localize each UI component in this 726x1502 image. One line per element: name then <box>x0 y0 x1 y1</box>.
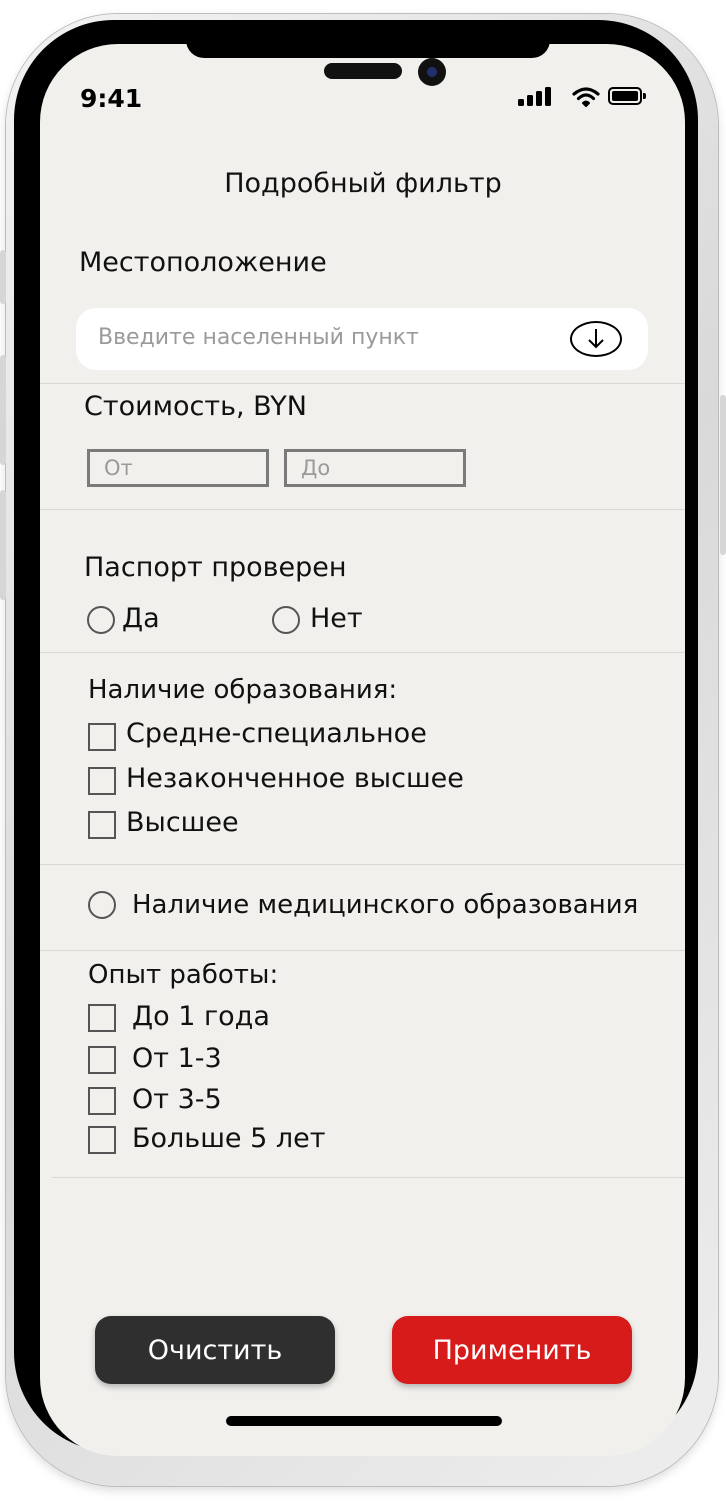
volume-down-button <box>0 490 6 600</box>
location-placeholder: Введите населенный пункт <box>98 325 419 350</box>
passport-label: Паспорт проверен <box>84 552 347 583</box>
location-input[interactable]: Введите населенный пункт <box>76 308 648 370</box>
volume-up-button <box>0 355 6 465</box>
price-to-placeholder: До <box>301 456 331 480</box>
education-incomplete-higher-checkbox[interactable] <box>88 767 116 795</box>
status-icons <box>518 86 648 110</box>
camera <box>418 58 446 86</box>
medical-education-label[interactable]: Наличие медицинского образования <box>132 890 638 920</box>
side-button <box>0 250 6 304</box>
education-secondary-label[interactable]: Средне-специальное <box>126 718 427 749</box>
power-button <box>720 395 726 555</box>
education-incomplete-higher-label[interactable]: Незаконченное высшее <box>126 763 464 794</box>
education-label: Наличие образования: <box>88 675 398 705</box>
experience-3-5-checkbox[interactable] <box>88 1087 116 1115</box>
education-higher-checkbox[interactable] <box>88 811 116 839</box>
divider <box>40 383 685 384</box>
price-from-placeholder: От <box>104 456 133 480</box>
home-indicator[interactable] <box>226 1416 502 1426</box>
clear-button[interactable]: Очистить <box>95 1316 335 1384</box>
experience-under-1-checkbox[interactable] <box>88 1004 116 1032</box>
experience-3-5-label[interactable]: От 3-5 <box>132 1084 222 1115</box>
dropdown-button[interactable] <box>570 321 622 357</box>
divider <box>40 509 685 510</box>
divider <box>40 864 685 865</box>
price-from-input[interactable]: От <box>87 449 269 487</box>
page-title: Подробный фильтр <box>224 168 502 199</box>
location-label: Местоположение <box>79 247 327 278</box>
battery-icon <box>608 87 646 105</box>
passport-no-radio[interactable] <box>272 606 300 634</box>
passport-yes-label[interactable]: Да <box>122 603 160 634</box>
education-secondary-checkbox[interactable] <box>88 723 116 751</box>
speaker <box>324 63 402 79</box>
clear-button-label: Очистить <box>147 1334 283 1366</box>
notch <box>186 40 550 58</box>
arrow-down-icon <box>588 329 604 349</box>
experience-over-5-label[interactable]: Больше 5 лет <box>132 1123 325 1154</box>
apply-button[interactable]: Применить <box>392 1316 632 1384</box>
passport-yes-radio[interactable] <box>87 606 115 634</box>
divider <box>40 652 685 653</box>
experience-1-3-label[interactable]: От 1-3 <box>132 1043 222 1074</box>
divider <box>52 1177 685 1178</box>
medical-education-radio[interactable] <box>88 891 116 919</box>
wifi-icon <box>572 87 600 107</box>
divider <box>40 950 685 951</box>
passport-no-label[interactable]: Нет <box>310 603 363 634</box>
education-higher-label[interactable]: Высшее <box>126 807 239 838</box>
price-to-input[interactable]: До <box>284 449 466 487</box>
experience-over-5-checkbox[interactable] <box>88 1126 116 1154</box>
experience-1-3-checkbox[interactable] <box>88 1046 116 1074</box>
experience-label: Опыт работы: <box>88 960 279 990</box>
apply-button-label: Применить <box>432 1334 592 1366</box>
price-label: Стоимость, BYN <box>84 391 307 422</box>
status-time: 9:41 <box>80 84 143 113</box>
experience-under-1-label[interactable]: До 1 года <box>132 1001 270 1032</box>
